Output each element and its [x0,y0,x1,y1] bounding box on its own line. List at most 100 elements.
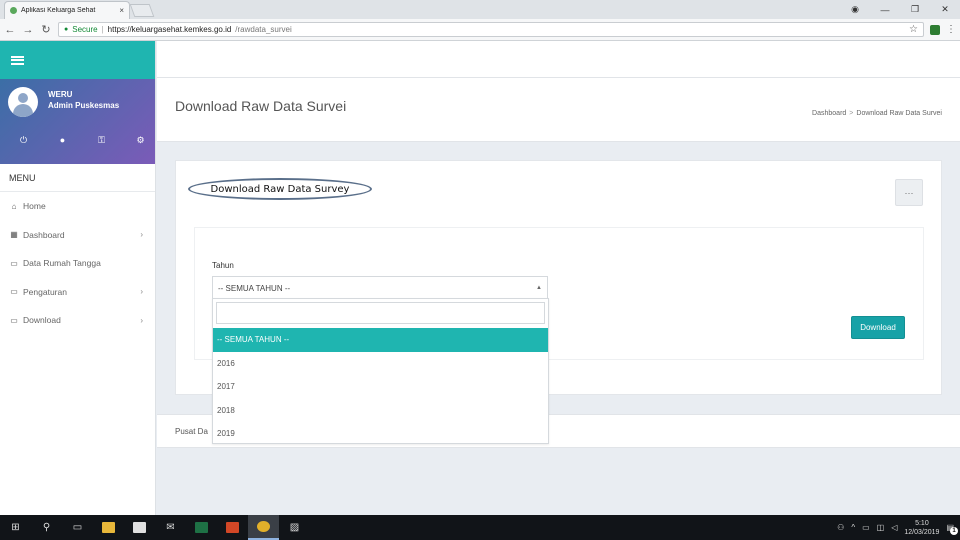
avatar [8,87,38,117]
user-actions: ⏻ ● ⚿ ⚙ [0,135,156,146]
forward-icon[interactable]: → [22,24,34,36]
system-tray: ⚇ ^ ▭ ◫ ◁ 5:10 12/03/2019 ▤1 [837,519,960,537]
clock[interactable]: 5:10 12/03/2019 [904,519,939,537]
clock-time: 5:10 [915,519,929,527]
folder-icon: ▭ [10,287,18,297]
tahun-dropdown: -- SEMUA TAHUN -- 2016 2017 2018 2019 [212,298,549,444]
page-header: Download Raw Data Survei Dashboard > Dow… [157,78,960,142]
chrome-icon[interactable] [248,515,279,540]
folder-icon: ▭ [10,258,18,268]
tab-title: Aplikasi Keluarga Sehat [21,7,96,14]
windows-taskbar: ⊞ ⚲ ▭ ✉ ▨ ⚇ ^ ▭ ◫ ◁ 5:10 12/03/2019 ▤1 [0,515,960,540]
main-topbar [157,41,960,78]
minimize-icon[interactable]: — [870,5,900,15]
restore-icon[interactable]: ❐ [900,4,930,15]
dropdown-search-input[interactable] [216,302,545,324]
back-icon[interactable]: ← [4,24,16,36]
dropdown-option[interactable]: 2018 [213,399,548,423]
site-favicon-icon [10,7,17,14]
tahun-label: Tahun [212,261,234,270]
user-icon[interactable]: ● [47,135,78,146]
breadcrumb: Dashboard > Download Raw Data Survei [812,110,942,117]
address-bar: ← → ↻ ● Secure | https://keluargasehat.k… [0,19,960,41]
browser-menu-icon[interactable]: ⋮ [946,24,956,35]
notification-count: 1 [950,527,958,535]
key-icon[interactable]: ⚿ [86,135,117,146]
browser-tabbar: Aplikasi Keluarga Sehat × ◉ — ❐ ✕ [0,0,960,19]
card-options-button[interactable]: ··· [895,179,923,206]
dropdown-option[interactable]: 2016 [213,352,548,376]
url-separator: | [101,25,104,34]
tray-chevron-up-icon[interactable]: ^ [851,523,855,532]
breadcrumb-separator: > [849,110,854,117]
volume-icon[interactable]: ◁ [891,523,897,532]
breadcrumb-current: Download Raw Data Survei [856,110,942,117]
windows-start-icon[interactable]: ⊞ [0,515,31,540]
caret-up-icon: ▲ [536,285,542,291]
powerpoint-icon[interactable] [217,515,248,540]
sidebar-item-download[interactable]: ▭ Download › [0,306,155,335]
lock-icon: ● [64,26,69,33]
user-name: WERU [48,90,73,99]
sidebar-item-label: Download [23,315,61,326]
folder-icon: ▭ [10,315,18,325]
network-icon[interactable]: ◫ [877,523,885,532]
tahun-selected-value: -- SEMUA TAHUN -- [218,283,291,293]
clock-date: 12/03/2019 [904,528,940,536]
sidebar-item-label: Home [23,201,46,212]
reload-icon[interactable]: ↻ [40,23,52,36]
dropdown-option[interactable]: 2017 [213,375,548,399]
mail-icon[interactable]: ✉ [155,515,186,540]
dropdown-option[interactable]: 2019 [213,422,548,446]
new-tab-button[interactable] [129,4,155,17]
url-input[interactable]: ● Secure | https://keluargasehat.kemkes.… [58,22,924,37]
people-icon[interactable]: ⚇ [837,523,844,532]
user-role: Admin Puskesmas [48,101,120,110]
home-icon: ⌂ [11,201,17,211]
chevron-right-icon: › [140,287,143,297]
tahun-select[interactable]: -- SEMUA TAHUN -- ▲ [212,276,548,300]
file-explorer-icon[interactable] [93,515,124,540]
power-icon[interactable]: ⏻ [8,135,39,146]
user-panel: WERU Admin Puskesmas ⏻ ● ⚿ ⚙ [0,79,155,164]
dropdown-option[interactable]: -- SEMUA TAHUN -- [213,328,548,352]
dashboard-icon: ▦ [10,230,18,240]
chevron-right-icon: › [140,230,143,240]
task-view-icon[interactable]: ▭ [62,515,93,540]
tab-close-icon[interactable]: × [119,6,124,15]
breadcrumb-dashboard-link[interactable]: Dashboard [812,110,846,117]
profile-icon[interactable]: ◉ [840,4,870,15]
sidebar-item-pengaturan[interactable]: ▭ Pengaturan › [0,278,155,307]
chevron-right-icon: › [140,315,143,325]
browser-tab[interactable]: Aplikasi Keluarga Sehat × [4,1,130,19]
notification-center-icon[interactable]: ▤1 [946,523,958,535]
sidebar-item-data-rumah-tangga[interactable]: ▭ Data Rumah Tangga [0,249,155,278]
store-icon[interactable] [124,515,155,540]
sidebar-item-dashboard[interactable]: ▦ Dashboard › [0,221,155,250]
battery-icon[interactable]: ▭ [862,523,870,532]
extension-icon[interactable] [930,24,940,35]
close-window-icon[interactable]: ✕ [930,4,960,15]
excel-icon[interactable] [186,515,217,540]
bookmark-star-icon[interactable]: ☆ [909,24,918,35]
card-title-annotation: Download Raw Data Survey [188,178,372,200]
url-path: /rawdata_survei [235,25,292,34]
sidebar: WERU Admin Puskesmas ⏻ ● ⚿ ⚙ MENU ⌂ Home… [0,41,156,515]
sidebar-item-label: Data Rumah Tangga [23,258,101,269]
sidebar-item-label: Pengaturan [23,286,67,297]
window-controls: ◉ — ❐ ✕ [840,0,960,19]
page-title: Download Raw Data Survei [175,98,347,114]
download-button[interactable]: Download [851,316,905,339]
sidebar-header [0,41,155,79]
menu-header: MENU [0,164,155,192]
sidebar-item-home[interactable]: ⌂ Home [0,192,155,221]
hamburger-menu-icon[interactable] [11,55,24,65]
settings-gear-icon[interactable]: ⚙ [125,135,156,146]
photos-icon[interactable]: ▨ [279,515,310,540]
card-title: Download Raw Data Survey [210,183,350,195]
search-icon[interactable]: ⚲ [31,515,62,540]
footer-text: Pusat Da [175,427,208,436]
url-host: https://keluargasehat.kemkes.go.id [107,25,232,34]
secure-label: Secure [72,25,98,34]
sidebar-item-label: Dashboard [23,229,65,240]
